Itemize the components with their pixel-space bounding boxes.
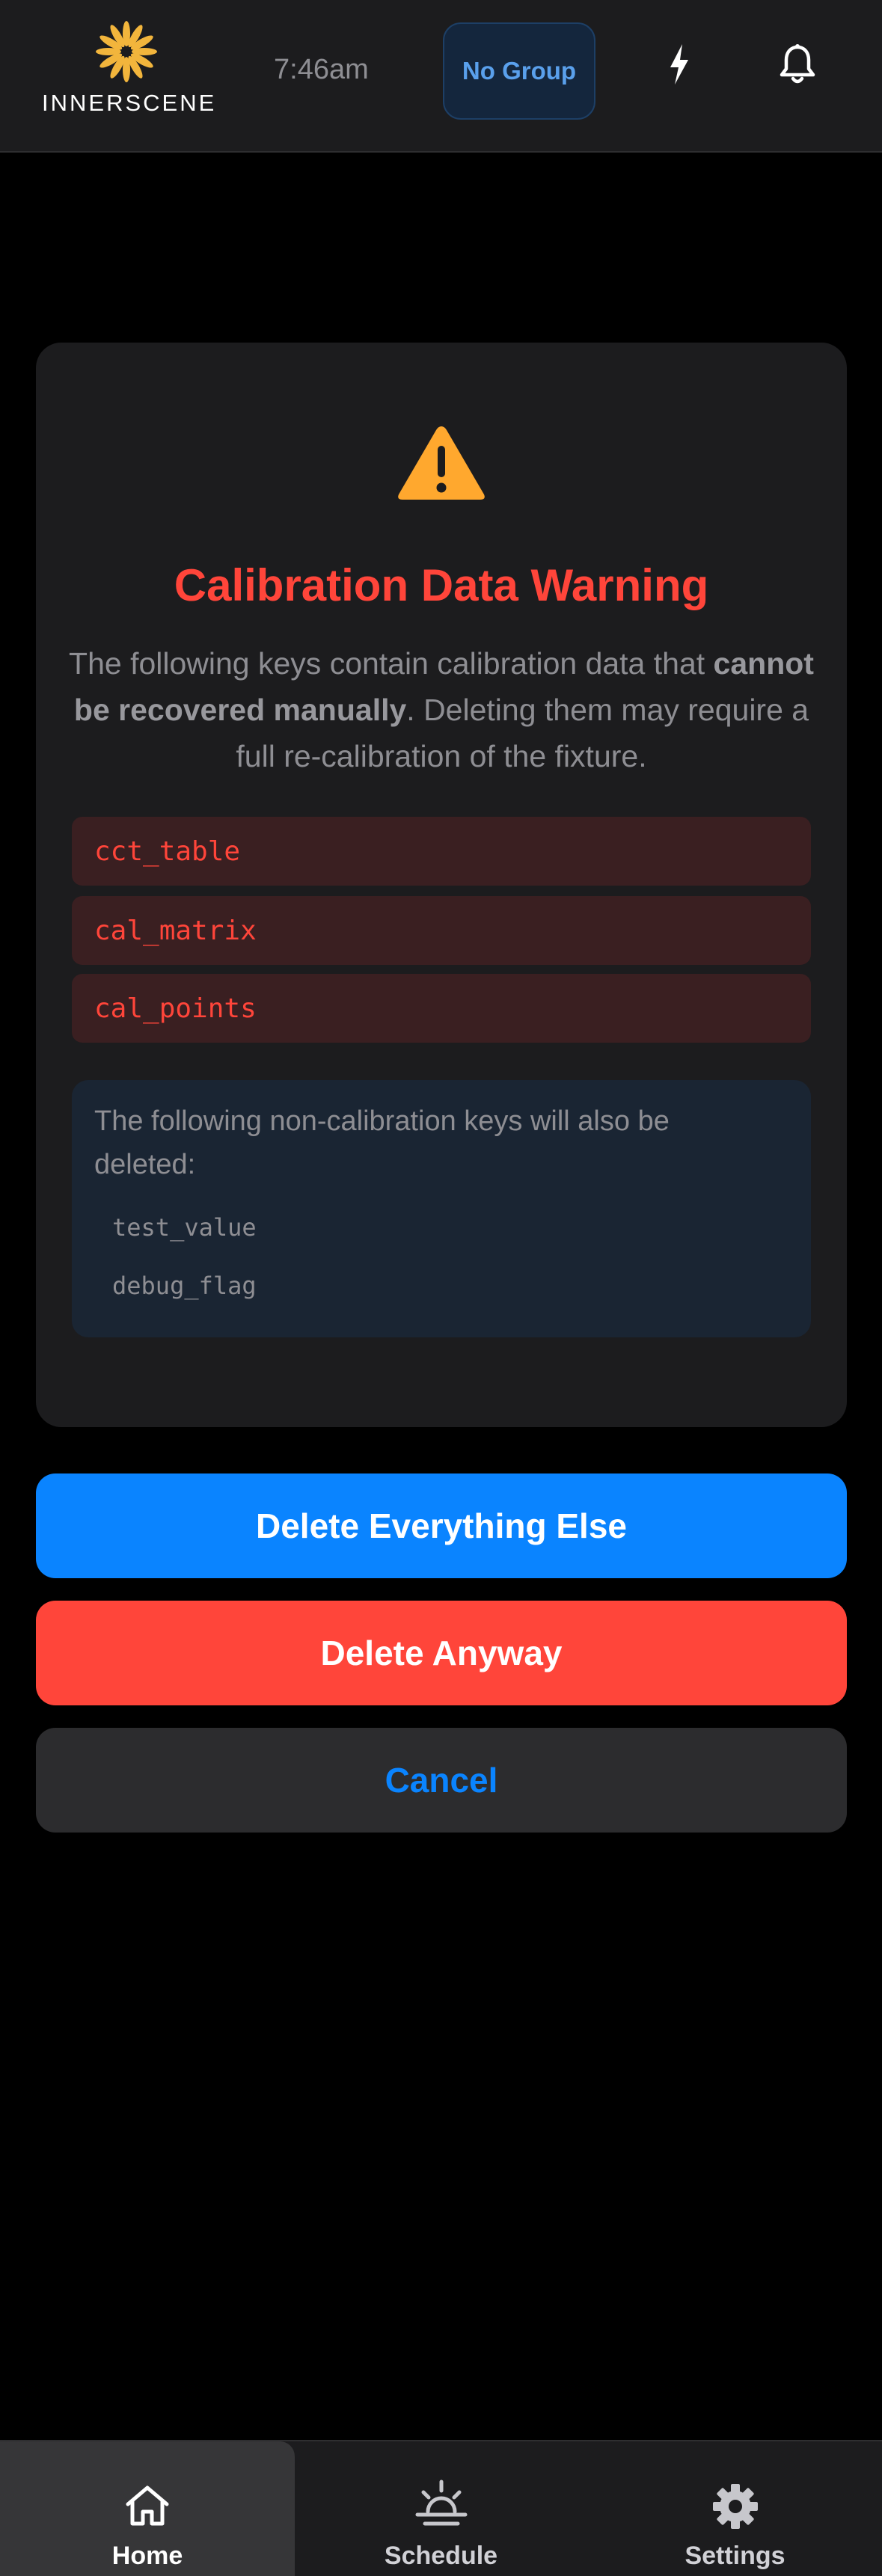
calibration-warning-dialog: Calibration Data Warning The following k… xyxy=(36,343,847,1427)
tab-schedule[interactable]: Schedule xyxy=(294,2441,588,2576)
logo-text: INNERSCENE xyxy=(42,90,217,116)
tab-settings-label: Settings xyxy=(685,2542,785,2570)
app-header: INNERSCENE 7:46am No Group xyxy=(0,0,882,153)
bottom-tab-bar: Home Schedule Settings xyxy=(0,2440,882,2576)
noncalibration-keys-panel: The following non-calibration keys will … xyxy=(72,1080,811,1337)
noncalibration-notice: The following non-calibration keys will … xyxy=(94,1105,670,1180)
description-text-start: The following keys contain calibration d… xyxy=(69,646,714,681)
calibration-key-item: cal_matrix xyxy=(72,896,811,965)
warning-triangle-icon xyxy=(395,422,488,504)
dialog-description: The following keys contain calibration d… xyxy=(66,640,817,779)
calibration-key-item: cct_table xyxy=(72,817,811,886)
gear-icon xyxy=(712,2484,758,2529)
noncalibration-key-item: debug_flag xyxy=(112,1272,257,1300)
tab-home[interactable]: Home xyxy=(0,2441,295,2576)
flash-icon[interactable] xyxy=(657,42,702,87)
calibration-key-item: cal_points xyxy=(72,974,811,1043)
delete-everything-else-button[interactable]: Delete Everything Else xyxy=(36,1473,847,1578)
dialog-title: Calibration Data Warning xyxy=(174,560,709,610)
sunrise-icon xyxy=(415,2480,467,2526)
delete-anyway-button[interactable]: Delete Anyway xyxy=(36,1601,847,1705)
app-logo[interactable]: INNERSCENE xyxy=(42,18,217,116)
group-selector-button[interactable]: No Group xyxy=(443,22,595,120)
tab-settings[interactable]: Settings xyxy=(588,2441,882,2576)
logo-burst-icon xyxy=(96,21,157,82)
tab-schedule-label: Schedule xyxy=(384,2542,498,2570)
noncalibration-key-item: test_value xyxy=(112,1213,257,1242)
cancel-button[interactable]: Cancel xyxy=(36,1728,847,1833)
tab-home-label: Home xyxy=(111,2542,183,2570)
current-time: 7:46am xyxy=(274,54,369,85)
bell-icon[interactable] xyxy=(775,42,820,87)
home-icon xyxy=(126,2485,169,2526)
